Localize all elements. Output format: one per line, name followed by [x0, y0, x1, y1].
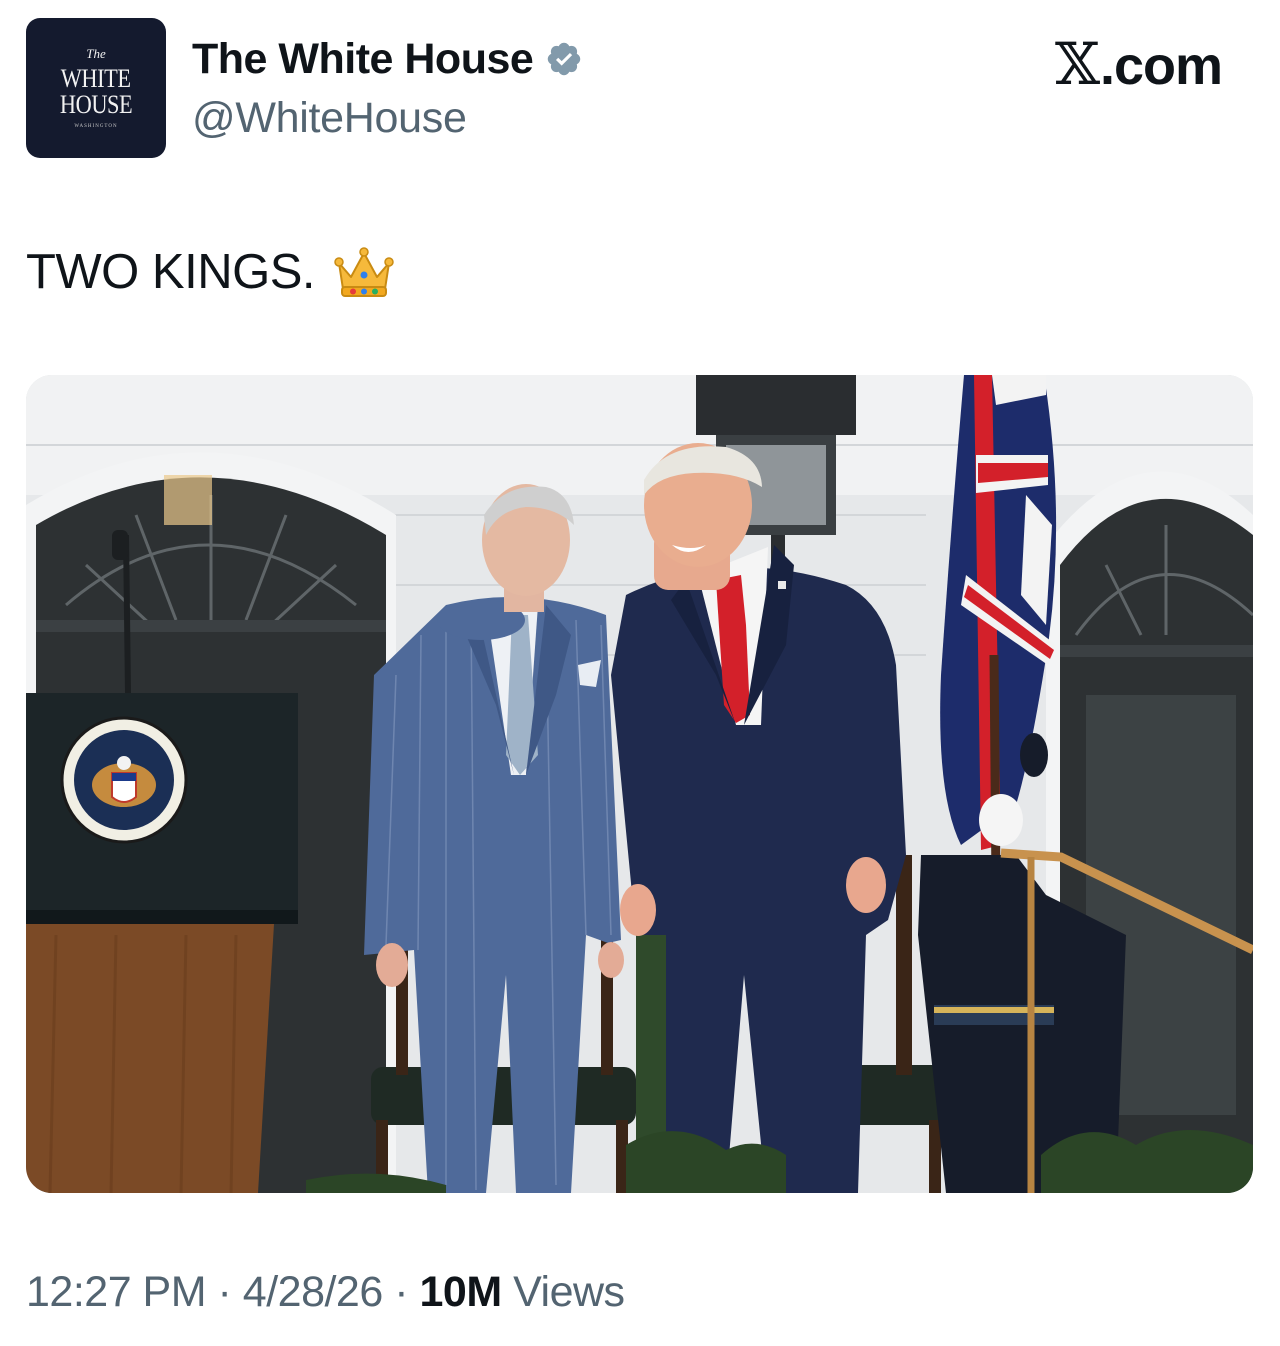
display-name[interactable]: The White House: [192, 35, 534, 84]
x-logo-icon: 𝕏: [1054, 30, 1100, 98]
post-date[interactable]: 4/28/26: [243, 1268, 383, 1316]
views-label: Views: [513, 1268, 625, 1316]
crown-icon: [334, 247, 394, 297]
post-text: TWO KINGS.: [26, 245, 316, 299]
meta-separator: ·: [394, 1268, 409, 1316]
post-text-row: TWO KINGS.: [26, 244, 395, 300]
avatar[interactable]: The WHITE HOUSE WASHINGTON: [26, 18, 166, 158]
x-com-label: .com: [1099, 36, 1223, 96]
avatar-logo-white: WHITE: [61, 64, 131, 93]
x-com-logo: 𝕏.com: [1054, 30, 1223, 98]
verified-badge-icon: [548, 42, 581, 76]
name-row: The White House: [192, 34, 583, 84]
podium: [26, 693, 298, 1193]
views-count: 10M: [419, 1268, 503, 1316]
avatar-logo-washington: WASHINGTON: [74, 124, 118, 129]
post-meta: 12:27 PM · 4/28/26 · 10M Views: [26, 1268, 625, 1317]
post-time[interactable]: 12:27 PM: [26, 1268, 207, 1316]
account-handle[interactable]: @WhiteHouse: [192, 94, 467, 143]
meta-separator: ·: [217, 1268, 232, 1316]
post-photo[interactable]: [26, 375, 1253, 1193]
avatar-logo-the: The: [86, 46, 106, 61]
avatar-logo-house: HOUSE: [59, 90, 133, 119]
photo-illustration: [26, 375, 1253, 1193]
